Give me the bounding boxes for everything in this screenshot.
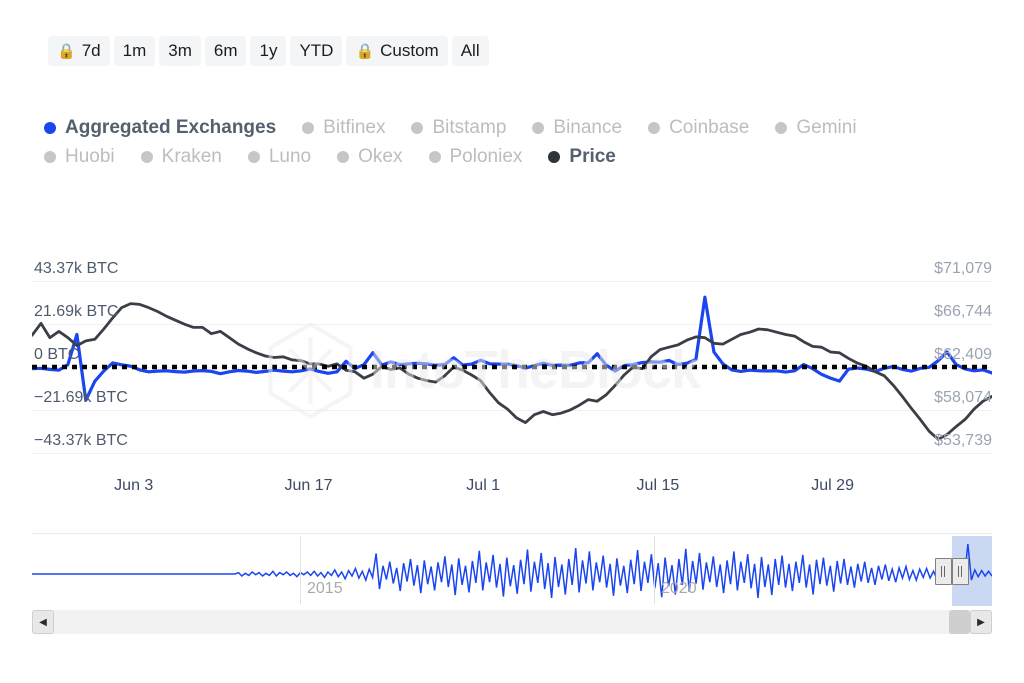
range-1y-label: 1y <box>259 41 278 60</box>
legend-item-coinbase[interactable]: Coinbase <box>648 113 749 142</box>
chart-legend: Aggregated Exchanges Bitfinex Bitstamp Bina… <box>44 113 884 171</box>
x-axis-tick: Jul 15 <box>636 477 680 494</box>
range-3m[interactable]: 3m <box>159 36 201 66</box>
legend-label: Bitfinex <box>323 116 386 138</box>
y-axis-right-tick: $53,739 <box>934 432 992 449</box>
navigator[interactable]: 2015 2020 <box>32 533 992 606</box>
plot-area[interactable] <box>32 250 992 465</box>
navigator-divider <box>300 536 301 604</box>
x-axis-tick: Jul 29 <box>811 477 854 494</box>
y-axis-left-tick: −21.69k BTC <box>34 389 128 406</box>
legend-dot-icon <box>548 150 561 163</box>
navigator-series-line <box>32 543 992 598</box>
legend-item-price[interactable]: Price <box>548 142 616 171</box>
range-3m-label: 3m <box>168 41 192 60</box>
navigator-handle-left[interactable] <box>934 558 952 585</box>
range-custom-label: Custom <box>380 41 439 60</box>
legend-item-binance[interactable]: Binance <box>532 113 622 142</box>
scrollbar-track[interactable] <box>32 610 992 634</box>
main-chart: 43.37k BTC 21.69k BTC 0 BTC −21.69k BTC −43.… <box>0 250 1024 510</box>
chart-scrollbar[interactable]: ◀ ▶ <box>32 610 992 634</box>
legend-label: Poloniex <box>449 145 523 167</box>
range-1m-label: 1m <box>122 41 147 60</box>
y-axis-right-tick: $58,074 <box>934 389 992 406</box>
legend-item-aggregated-exchanges[interactable]: Aggregated Exchanges <box>44 113 276 142</box>
y-axis-left-tick: 0 BTC <box>34 346 80 363</box>
chart-lines <box>32 295 992 441</box>
legend-item-kraken[interactable]: Kraken <box>140 142 222 171</box>
scrollbar-thumb[interactable] <box>948 610 970 634</box>
range-6m[interactable]: 6m <box>204 36 247 66</box>
legend-label: Aggregated Exchanges <box>65 116 277 138</box>
y-axis-right-tick: $62,409 <box>934 346 992 363</box>
legend-label: Price <box>569 145 616 167</box>
legend-dot-icon <box>302 121 315 134</box>
scroll-right-arrow-icon[interactable]: ▶ <box>970 610 992 634</box>
legend-label: Okex <box>358 145 403 167</box>
legend-label: Gemini <box>796 116 857 138</box>
range-1m[interactable]: 1m <box>113 36 156 66</box>
range-7d-label: 7d <box>81 41 101 60</box>
legend-item-huobi[interactable]: Huobi <box>44 142 115 171</box>
series-line-aggregated-exchanges <box>32 295 992 402</box>
legend-item-okex[interactable]: Okex <box>337 142 403 171</box>
lock-icon: 🔒 <box>57 42 76 60</box>
lock-icon: 🔒 <box>355 42 375 60</box>
y-axis-right-tick: $66,744 <box>934 303 992 320</box>
legend-dot-icon <box>44 121 56 134</box>
legend-dot-icon <box>247 150 260 163</box>
legend-item-poloniex[interactable]: Poloniex <box>428 142 523 171</box>
legend-dot-icon <box>411 121 424 134</box>
legend-dot-icon <box>140 150 153 163</box>
legend-item-gemini[interactable]: Gemini <box>775 113 857 142</box>
legend-label: Luno <box>268 145 312 167</box>
range-ytd-label: YTD <box>299 41 334 60</box>
y-axis-left-tick: 43.37k BTC <box>34 260 119 277</box>
legend-dot-icon <box>532 121 545 134</box>
y-axis-left-tick: 21.69k BTC <box>34 303 119 320</box>
legend-dot-icon <box>44 150 56 163</box>
y-axis-right-tick: $71,079 <box>934 260 992 277</box>
navigator-year-label: 2015 <box>307 580 343 597</box>
navigator-divider <box>654 536 655 604</box>
navigator-handle-right[interactable] <box>951 558 969 585</box>
legend-label: Huobi <box>65 145 115 167</box>
legend-item-bitstamp[interactable]: Bitstamp <box>411 113 506 142</box>
range-custom[interactable]: 🔒 Custom <box>346 36 448 66</box>
range-7d[interactable]: 🔒 7d <box>48 36 110 66</box>
legend-dot-icon <box>648 121 661 134</box>
range-ytd[interactable]: YTD <box>290 36 343 66</box>
legend-dot-icon <box>428 150 441 163</box>
scroll-left-arrow-icon[interactable]: ◀ <box>32 610 54 634</box>
y-axis-left-tick: −43.37k BTC <box>34 432 128 449</box>
range-all-label: All <box>460 41 480 60</box>
navigator-year-label: 2020 <box>661 580 697 597</box>
legend-label: Binance <box>553 116 623 138</box>
x-axis-tick: Jul 1 <box>466 477 501 494</box>
x-axis-tick: Jun 17 <box>284 477 333 494</box>
legend-dot-icon <box>775 121 788 134</box>
x-axis-tick: Jun 3 <box>114 477 154 494</box>
legend-dot-icon <box>337 150 350 163</box>
legend-label: Bitstamp <box>432 116 507 138</box>
range-selector-toolbar: 🔒 7d 1m 3m 6m 1y YTD 🔒 Custom All <box>48 36 489 66</box>
legend-item-bitfinex[interactable]: Bitfinex <box>302 113 385 142</box>
legend-label: Coinbase <box>669 116 750 138</box>
range-1y[interactable]: 1y <box>250 36 287 66</box>
range-6m-label: 6m <box>213 41 238 60</box>
legend-item-luno[interactable]: Luno <box>247 142 312 171</box>
legend-label: Kraken <box>161 145 222 167</box>
range-all[interactable]: All <box>451 36 489 66</box>
